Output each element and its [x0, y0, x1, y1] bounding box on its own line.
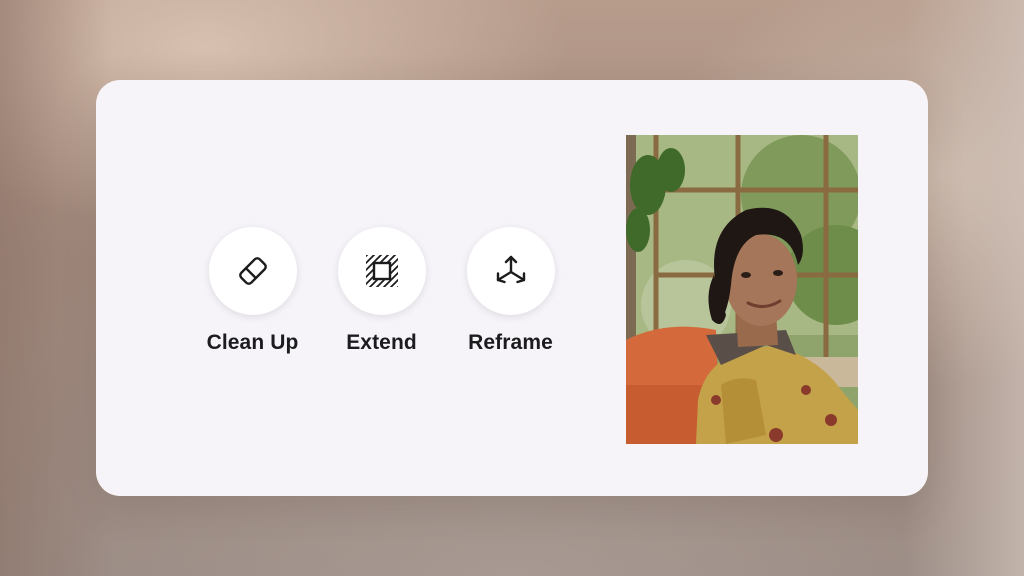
portrait-illustration — [626, 135, 858, 444]
eraser-icon — [238, 257, 267, 285]
portrait-photo — [626, 135, 858, 444]
extend-button[interactable]: Extend — [317, 227, 446, 355]
tool-row: Clean Up Extend Reframe — [188, 227, 575, 355]
reframe-button[interactable]: Reframe — [446, 227, 575, 355]
clean-up-label: Clean Up — [206, 331, 299, 354]
edit-tools-card: Clean Up Extend Reframe — [96, 80, 928, 496]
clean-up-circle[interactable] — [208, 227, 297, 315]
clean-up-button[interactable]: Clean Up — [188, 227, 317, 355]
reframe-circle[interactable] — [466, 227, 555, 315]
extend-label: Extend — [346, 331, 417, 354]
background-blur-left — [0, 0, 110, 576]
extend-circle[interactable] — [337, 227, 426, 315]
reframe-axes-icon — [496, 255, 525, 284]
extend-frame-icon — [365, 255, 398, 287]
reframe-label: Reframe — [468, 331, 553, 354]
